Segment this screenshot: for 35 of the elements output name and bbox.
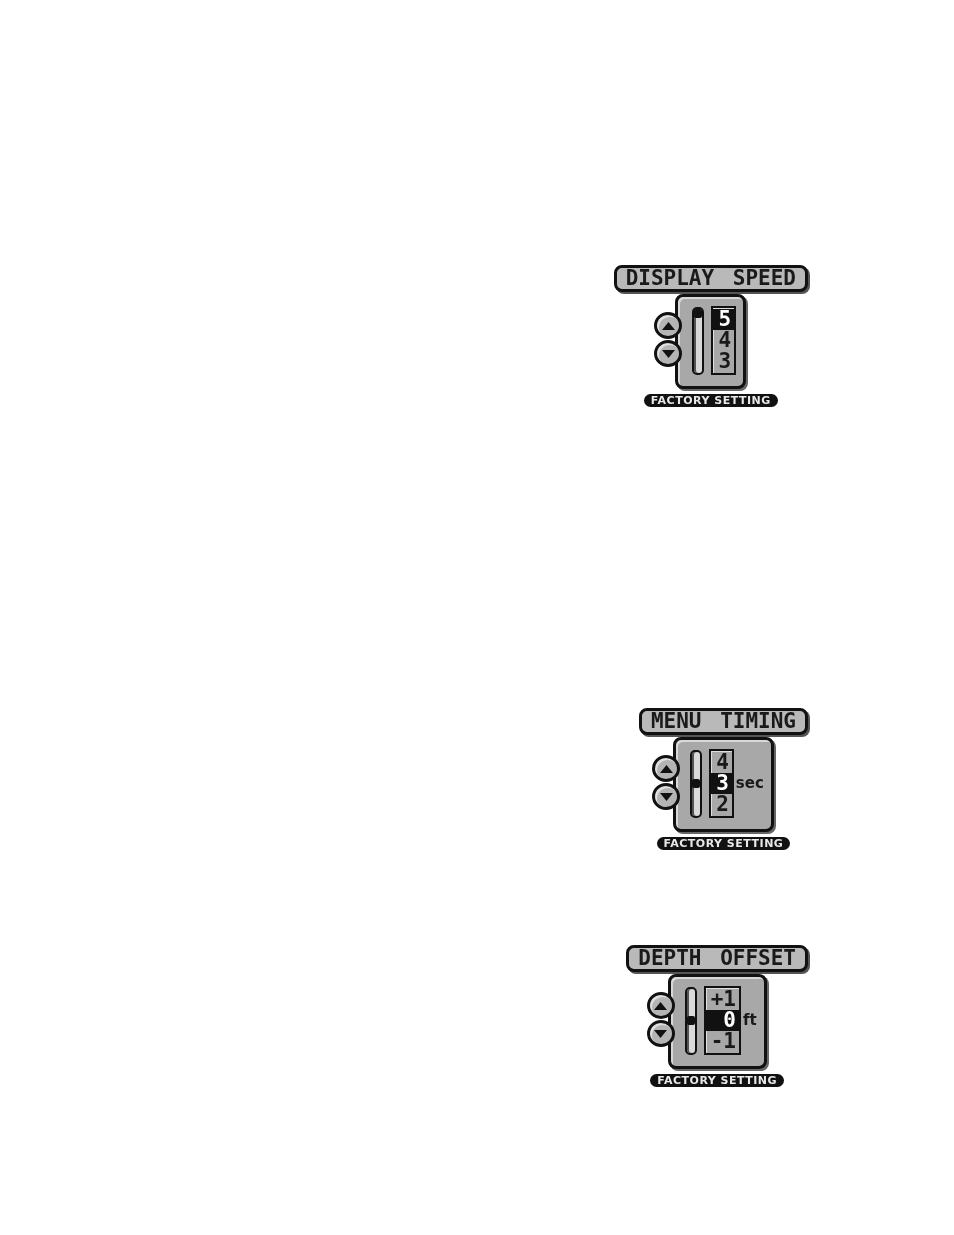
unit-label: ft bbox=[742, 1012, 757, 1029]
title-bar: DEPTH OFFSET bbox=[626, 945, 808, 972]
value-option[interactable]: +1 bbox=[705, 989, 739, 1010]
slider-track[interactable] bbox=[684, 986, 697, 1055]
value-option[interactable]: -1 bbox=[705, 1031, 739, 1052]
slider-thumb[interactable] bbox=[686, 1016, 695, 1025]
down-triangle-icon bbox=[662, 349, 675, 358]
up-triangle-icon bbox=[662, 321, 675, 330]
title-bar: MENU TIMING bbox=[638, 708, 808, 735]
up-triangle-icon bbox=[654, 1001, 668, 1010]
down-triangle-icon bbox=[659, 792, 673, 801]
up-triangle-icon bbox=[659, 764, 673, 773]
slider-thumb[interactable] bbox=[692, 779, 701, 788]
value-option[interactable]: 3 bbox=[713, 351, 735, 372]
value-option[interactable]: 4 bbox=[711, 752, 732, 773]
slider-track[interactable] bbox=[692, 306, 705, 375]
title-bar: DISPLAY SPEED bbox=[613, 265, 808, 292]
value-option[interactable]: 5 bbox=[713, 309, 735, 330]
value-option[interactable]: 2 bbox=[711, 794, 732, 815]
up-button[interactable] bbox=[652, 755, 681, 782]
down-button[interactable] bbox=[652, 783, 681, 810]
value-option[interactable]: 4 bbox=[713, 330, 735, 351]
down-triangle-icon bbox=[654, 1029, 668, 1038]
slider-thumb[interactable] bbox=[694, 308, 703, 318]
unit-label: sec bbox=[735, 775, 764, 792]
value-option[interactable]: 0 bbox=[705, 1010, 739, 1031]
up-button[interactable] bbox=[654, 312, 683, 339]
factory-setting-label: FACTORY SETTING bbox=[643, 394, 778, 407]
down-button[interactable] bbox=[654, 340, 683, 367]
down-button[interactable] bbox=[646, 1020, 675, 1047]
factory-setting-label: FACTORY SETTING bbox=[650, 1074, 785, 1087]
value-option[interactable]: 3 bbox=[711, 773, 732, 794]
factory-setting-label: FACTORY SETTING bbox=[656, 837, 791, 850]
slider-track[interactable] bbox=[690, 749, 703, 818]
up-button[interactable] bbox=[646, 992, 675, 1019]
